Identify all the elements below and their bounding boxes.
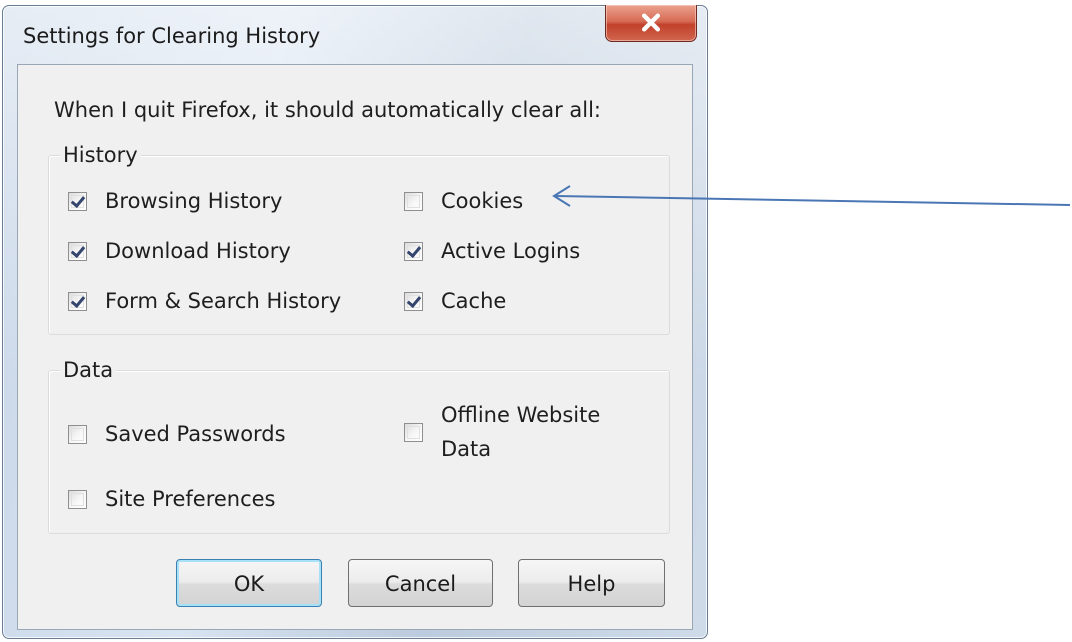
form-search-history-checkbox[interactable] (68, 292, 87, 312)
cache-checkbox[interactable] (404, 292, 423, 312)
close-button[interactable] (605, 5, 697, 42)
data-group-label: Data (60, 358, 117, 382)
site-preferences-label: Site Preferences (105, 487, 276, 511)
cookies-checkbox[interactable] (404, 192, 423, 212)
saved-passwords-option[interactable]: Saved Passwords (68, 418, 286, 452)
site-preferences-checkbox[interactable] (68, 490, 87, 510)
offline-website-data-label: Offline Website Data (441, 403, 601, 461)
close-icon (642, 13, 660, 32)
browsing-history-checkbox[interactable] (68, 192, 87, 212)
window-title: Settings for Clearing History (23, 24, 321, 48)
browsing-history-option[interactable]: Browsing History (68, 185, 282, 219)
form-search-history-option[interactable]: Form & Search History (68, 285, 341, 319)
help-button[interactable]: Help (518, 559, 665, 607)
saved-passwords-label: Saved Passwords (105, 422, 286, 446)
cancel-button[interactable]: Cancel (348, 559, 493, 607)
annotation-arrow-icon (552, 185, 1071, 207)
dialog-window: Settings for Clearing History When I qui… (2, 5, 708, 639)
active-logins-checkbox[interactable] (404, 242, 423, 262)
history-group-label: History (60, 143, 141, 167)
active-logins-option[interactable]: Active Logins (404, 235, 580, 269)
browsing-history-label: Browsing History (105, 189, 283, 213)
offline-website-data-checkbox[interactable] (404, 423, 423, 443)
download-history-checkbox[interactable] (68, 242, 87, 262)
form-search-history-label: Form & Search History (105, 289, 342, 313)
cookies-option[interactable]: Cookies (404, 185, 523, 219)
offline-website-data-option[interactable]: Offline Website Data (404, 399, 616, 466)
title-bar[interactable]: Settings for Clearing History (3, 5, 707, 61)
cache-label: Cache (441, 289, 507, 313)
active-logins-label: Active Logins (441, 239, 581, 263)
ok-button[interactable]: OK (176, 559, 322, 607)
site-preferences-option[interactable]: Site Preferences (68, 483, 276, 517)
cache-option[interactable]: Cache (404, 285, 506, 319)
download-history-option[interactable]: Download History (68, 235, 291, 269)
saved-passwords-checkbox[interactable] (68, 425, 87, 445)
intro-text: When I quit Firefox, it should automatic… (54, 98, 602, 122)
download-history-label: Download History (105, 239, 291, 263)
dialog-body: When I quit Firefox, it should automatic… (17, 64, 693, 630)
cookies-label: Cookies (441, 189, 524, 213)
